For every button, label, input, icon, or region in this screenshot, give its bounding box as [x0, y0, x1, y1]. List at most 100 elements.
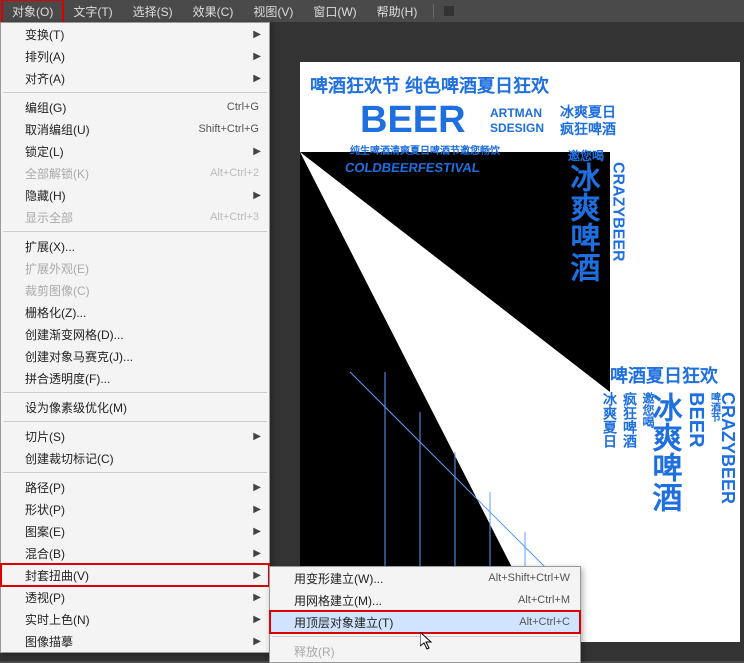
menu-item-label: 隐藏(H): [25, 187, 259, 204]
menubar: 对象(O) 文字(T) 选择(S) 效果(C) 视图(V) 窗口(W) 帮助(H…: [0, 0, 744, 22]
menu-item-label: 创建渐变网格(D)...: [25, 326, 259, 343]
menu-item[interactable]: 图案(E)▶: [1, 520, 269, 542]
submenu-arrow-icon: ▶: [253, 636, 261, 647]
object-dropdown: 变换(T)▶排列(A)▶对齐(A)▶编组(G)Ctrl+G取消编组(U)Shif…: [0, 22, 270, 653]
svg-text:BEER: BEER: [685, 392, 707, 448]
menu-shortcut: Alt+Shift+Ctrl+W: [488, 572, 570, 584]
menu-item[interactable]: 图像描摹▶: [1, 630, 269, 652]
menu-item[interactable]: 拼合透明度(F)...: [1, 367, 269, 389]
menu-item-label: 路径(P): [25, 479, 259, 496]
menu-help[interactable]: 帮助(H): [367, 0, 428, 23]
menu-item-label: 混合(B): [25, 545, 259, 562]
submenu-item-label: 用顶层对象建立(T): [294, 614, 519, 631]
menu-shortcut: Alt+Ctrl+C: [519, 616, 570, 628]
menu-shortcut: Alt+Ctrl+2: [210, 167, 259, 179]
submenu-arrow-icon: ▶: [253, 526, 261, 537]
menu-item[interactable]: 对齐(A)▶: [1, 67, 269, 89]
svg-text:SDESIGN: SDESIGN: [490, 121, 544, 135]
menu-item-label: 设为像素级优化(M): [25, 399, 259, 416]
menubar-extra-icon[interactable]: [444, 6, 454, 16]
menu-item-label: 切片(S): [25, 428, 259, 445]
submenu-item[interactable]: 用变形建立(W)...Alt+Shift+Ctrl+W: [270, 567, 580, 589]
menu-separator: [3, 231, 267, 232]
menu-item-label: 裁剪图像(C): [25, 282, 259, 299]
menu-effect[interactable]: 效果(C): [183, 0, 244, 23]
menu-item[interactable]: 栅格化(Z)...: [1, 301, 269, 323]
cursor-icon: [420, 632, 436, 657]
svg-text:邀您喝: 邀您喝: [568, 148, 604, 163]
menu-item[interactable]: 取消编组(U)Shift+Ctrl+G: [1, 118, 269, 140]
menu-item: 全部解锁(K)Alt+Ctrl+2: [1, 162, 269, 184]
svg-text:疯狂啤酒: 疯狂啤酒: [622, 391, 638, 449]
menu-item-label: 锁定(L): [25, 143, 259, 160]
submenu-arrow-icon: ▶: [253, 51, 261, 62]
svg-text:啤酒夏日狂欢: 啤酒夏日狂欢: [610, 365, 719, 386]
menu-shortcut: Alt+Ctrl+M: [518, 594, 570, 606]
menu-item[interactable]: 变换(T)▶: [1, 23, 269, 45]
menu-item: 显示全部Alt+Ctrl+3: [1, 206, 269, 228]
menu-item[interactable]: 锁定(L)▶: [1, 140, 269, 162]
menu-item[interactable]: 创建裁切标记(C): [1, 447, 269, 469]
menu-item-label: 取消编组(U): [25, 121, 198, 138]
submenu-arrow-icon: ▶: [253, 614, 261, 625]
menu-item[interactable]: 排列(A)▶: [1, 45, 269, 67]
menu-view[interactable]: 视图(V): [243, 0, 303, 23]
menu-item[interactable]: 透视(P)▶: [1, 586, 269, 608]
menu-separator: [3, 392, 267, 393]
submenu-item[interactable]: 用网格建立(M)...Alt+Ctrl+M: [270, 589, 580, 611]
menu-text[interactable]: 文字(T): [63, 0, 122, 23]
menu-item-label: 显示全部: [25, 209, 210, 226]
menu-item[interactable]: 扩展(X)...: [1, 235, 269, 257]
menu-item-label: 实时上色(N): [25, 611, 259, 628]
menu-item[interactable]: 形状(P)▶: [1, 498, 269, 520]
svg-text:BEER: BEER: [360, 99, 466, 141]
menu-shortcut: Alt+Ctrl+3: [210, 211, 259, 223]
menu-select[interactable]: 选择(S): [123, 0, 183, 23]
submenu-arrow-icon: ▶: [253, 482, 261, 493]
menu-item-label: 全部解锁(K): [25, 165, 210, 182]
svg-text:冰爽夏日: 冰爽夏日: [602, 391, 618, 449]
svg-text:COLDBEERFESTIVAL: COLDBEERFESTIVAL: [344, 160, 481, 175]
svg-text:啤酒狂欢节 纯色啤酒夏日狂欢: 啤酒狂欢节 纯色啤酒夏日狂欢: [310, 75, 550, 96]
menu-item[interactable]: 创建渐变网格(D)...: [1, 323, 269, 345]
submenu-arrow-icon: ▶: [253, 504, 261, 515]
menu-item-label: 排列(A): [25, 48, 259, 65]
submenu-arrow-icon: ▶: [253, 570, 261, 581]
menu-item-label: 对齐(A): [25, 70, 259, 87]
menu-item[interactable]: 设为像素级优化(M): [1, 396, 269, 418]
submenu-item-label: 用变形建立(W)...: [294, 570, 488, 587]
menu-item-label: 封套扭曲(V): [25, 567, 259, 584]
menu-item: 裁剪图像(C): [1, 279, 269, 301]
menu-item[interactable]: 切片(S)▶: [1, 425, 269, 447]
submenu-arrow-icon: ▶: [253, 548, 261, 559]
submenu-arrow-icon: ▶: [253, 146, 261, 157]
submenu-arrow-icon: ▶: [253, 73, 261, 84]
menu-item-label: 扩展(X)...: [25, 238, 259, 255]
menu-item[interactable]: 隐藏(H)▶: [1, 184, 269, 206]
menu-item-label: 图案(E): [25, 523, 259, 540]
menu-item-label: 变换(T): [25, 26, 259, 43]
menu-item-label: 透视(P): [25, 589, 259, 606]
submenu-arrow-icon: ▶: [253, 431, 261, 442]
menu-item-label: 扩展外观(E): [25, 260, 259, 277]
menu-item-label: 创建裁切标记(C): [25, 450, 259, 467]
svg-text:CRAZYBEER: CRAZYBEER: [718, 392, 738, 504]
menu-item-label: 图像描摹: [25, 633, 259, 650]
menu-item[interactable]: 实时上色(N)▶: [1, 608, 269, 630]
menu-item[interactable]: 混合(B)▶: [1, 542, 269, 564]
svg-text:纯生啤酒清爽夏日啤酒节邀您畅饮: 纯生啤酒清爽夏日啤酒节邀您畅饮: [350, 144, 501, 157]
menu-object[interactable]: 对象(O): [2, 0, 63, 23]
submenu-item[interactable]: 用顶层对象建立(T)Alt+Ctrl+C: [270, 611, 580, 633]
menu-item-label: 创建对象马赛克(J)...: [25, 348, 259, 365]
menu-item[interactable]: 路径(P)▶: [1, 476, 269, 498]
svg-text:CRAZYBEER: CRAZYBEER: [610, 162, 627, 262]
submenu-arrow-icon: ▶: [253, 592, 261, 603]
svg-text:冰爽夏日: 冰爽夏日: [560, 104, 616, 120]
menu-item[interactable]: 编组(G)Ctrl+G: [1, 96, 269, 118]
svg-text:冰爽啤酒: 冰爽啤酒: [648, 392, 683, 512]
menu-item[interactable]: 创建对象马赛克(J)...: [1, 345, 269, 367]
menu-item[interactable]: 封套扭曲(V)▶: [1, 564, 269, 586]
menu-shortcut: Shift+Ctrl+G: [198, 123, 259, 135]
menu-window[interactable]: 窗口(W): [303, 0, 366, 23]
menu-item: 扩展外观(E): [1, 257, 269, 279]
